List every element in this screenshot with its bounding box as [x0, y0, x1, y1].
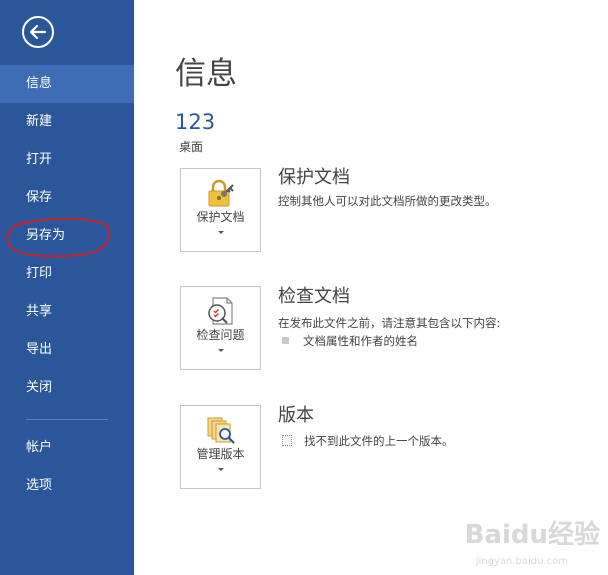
nav-item-open[interactable]: 打开 [0, 141, 134, 179]
dropdown-caret-icon [218, 231, 224, 234]
red-annotation-circle [6, 218, 111, 258]
baidu-watermark-url: jingyan.baidu.com [475, 556, 568, 567]
protect-section-description: 控制其他人可以对此文档所做的更改类型。 [278, 194, 497, 208]
document-location: 桌面 [179, 140, 204, 154]
baidu-watermark: Baidu经验 [464, 520, 600, 550]
manage-versions-icon [207, 417, 235, 444]
nav-item-label: 保存 [26, 190, 53, 205]
protect-button-label: 保护文档 [196, 210, 245, 224]
nav-item-label: 打开 [26, 152, 53, 167]
versions-description-row: 找不到此文件的上一个版本。 [282, 433, 454, 449]
protect-section-title: 保护文档 [278, 167, 350, 188]
nav-item-label: 导出 [26, 342, 53, 357]
nav-item-options[interactable]: 选项 [0, 467, 134, 505]
bullet-square-icon [282, 337, 289, 344]
nav-item-close[interactable]: 关闭 [0, 369, 134, 407]
check-issues-button-label: 检查问题 [196, 328, 245, 342]
inspect-section-description: 在发布此文件之前，请注意其包含以下内容: [278, 316, 501, 330]
check-for-issues-button[interactable]: 检查问题 [180, 286, 261, 370]
nav-item-new[interactable]: 新建 [0, 103, 134, 141]
nav-item-account[interactable]: 帐户 [0, 429, 134, 467]
protect-document-button[interactable]: 保护文档 [180, 168, 261, 252]
lock-key-icon [208, 179, 234, 207]
manage-versions-button[interactable]: 管理版本 [180, 405, 261, 489]
inspect-bullet-text: 文档属性和作者的姓名 [303, 334, 418, 348]
nav-item-label: 信息 [26, 76, 53, 91]
nav-item-info[interactable]: 信息 [0, 65, 134, 103]
nav-item-label: 共享 [26, 304, 53, 319]
document-name: 123 [175, 110, 216, 134]
dropdown-caret-icon [218, 468, 224, 471]
nav-item-share[interactable]: 共享 [0, 293, 134, 331]
page-title: 信息 [175, 56, 237, 92]
versions-section-title: 版本 [278, 405, 314, 426]
versions-section-description: 找不到此文件的上一个版本。 [304, 434, 454, 448]
backstage-sidebar: 信息 新建 打开 保存 另存为 打印 共享 导出 关闭 帐户 选项 [0, 0, 134, 575]
nav-item-label: 帐户 [26, 440, 53, 455]
dropdown-caret-icon [218, 349, 224, 352]
document-small-icon [282, 435, 292, 446]
nav-divider [26, 419, 108, 420]
manage-versions-button-label: 管理版本 [196, 447, 245, 461]
nav-item-label: 新建 [26, 114, 53, 129]
nav-item-label: 选项 [26, 478, 53, 493]
nav-item-label: 打印 [26, 266, 53, 281]
nav-item-label: 关闭 [26, 380, 53, 395]
nav-item-export[interactable]: 导出 [0, 331, 134, 369]
inspect-document-icon [208, 297, 233, 325]
inspect-section-title: 检查文档 [278, 286, 350, 307]
back-arrow-icon[interactable] [22, 16, 54, 48]
inspect-bullet-item: 文档属性和作者的姓名 [282, 333, 418, 349]
